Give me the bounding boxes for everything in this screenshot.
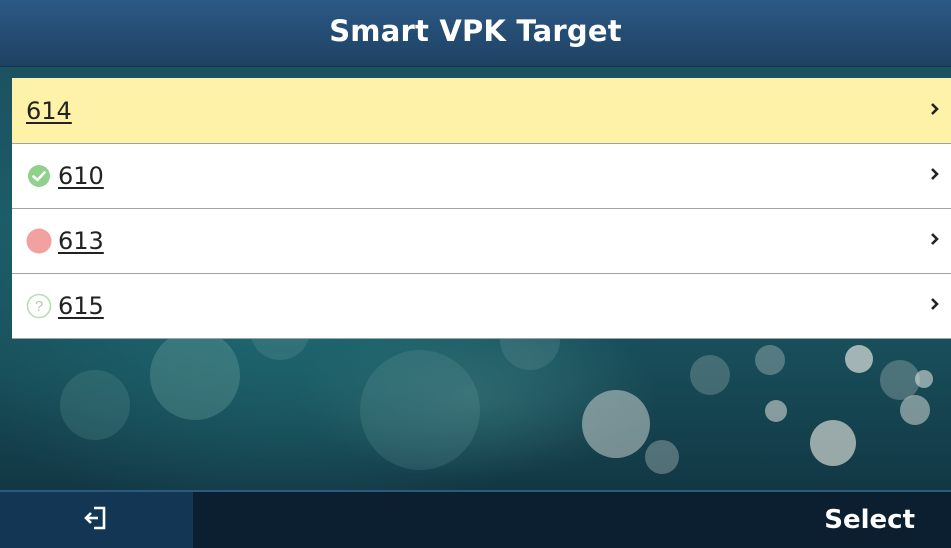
busy-dot-icon <box>26 228 52 254</box>
target-row-610[interactable]: 610 <box>12 144 951 209</box>
unknown-question-icon: ? <box>26 293 52 319</box>
chevron-right-icon <box>929 296 941 316</box>
target-label: 614 <box>26 96 72 125</box>
target-row-614[interactable]: 614 <box>12 78 951 144</box>
chevron-right-icon <box>929 166 941 186</box>
chevron-right-icon <box>929 101 941 121</box>
available-check-icon <box>26 163 52 189</box>
target-row-615[interactable]: ? 615 <box>12 274 951 339</box>
target-label: 615 <box>58 292 104 320</box>
back-softkey[interactable] <box>0 492 193 548</box>
target-row-613[interactable]: 613 <box>12 209 951 274</box>
svg-text:?: ? <box>35 298 43 315</box>
select-label: Select <box>824 505 915 535</box>
select-softkey[interactable]: Select <box>824 492 915 548</box>
target-list: 614 610 613 ? 615 <box>12 78 951 339</box>
target-label: 613 <box>58 227 104 255</box>
title-bar: Smart VPK Target <box>0 0 951 67</box>
page-title: Smart VPK Target <box>329 14 622 48</box>
chevron-right-icon <box>929 231 941 251</box>
exit-icon <box>82 503 112 537</box>
target-label: 610 <box>58 162 104 190</box>
softkey-bar: Select <box>0 490 951 548</box>
